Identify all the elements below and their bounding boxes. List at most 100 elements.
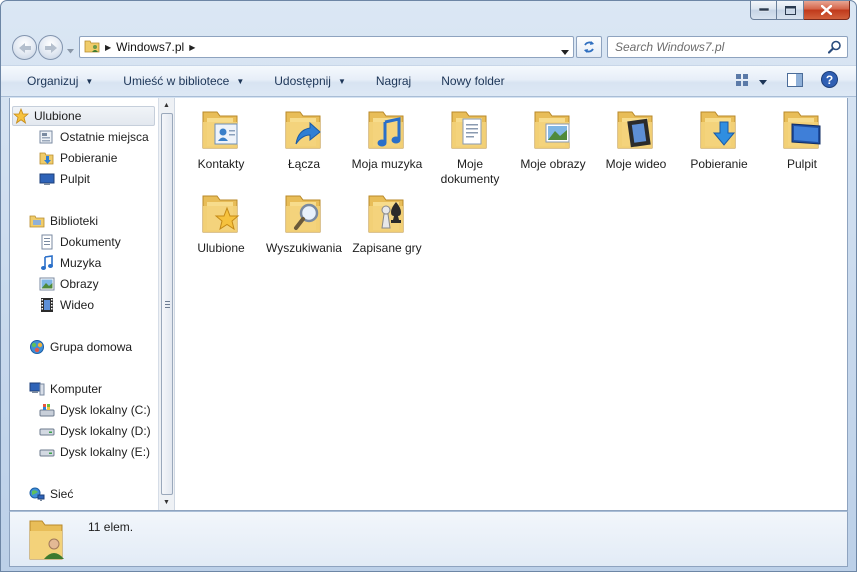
organize-label: Organizuj bbox=[27, 74, 79, 88]
chevron-down-icon bbox=[561, 50, 569, 55]
folder-item-my-music[interactable]: Moja muzyka bbox=[346, 106, 428, 172]
scroll-up-arrow-icon[interactable]: ▲ bbox=[163, 102, 170, 109]
scrollbar-thumb[interactable] bbox=[161, 113, 173, 495]
details-pane: 11 elem. bbox=[9, 511, 848, 567]
address-row: ▶ Windows7.pl ▶ bbox=[1, 31, 856, 63]
sidebar-item-favorites[interactable]: Ulubione bbox=[12, 106, 155, 126]
sidebar-item-drive-d[interactable]: Dysk lokalny (D:) bbox=[39, 421, 151, 441]
maximize-icon bbox=[784, 5, 796, 15]
sidebar-item-label: Komputer bbox=[50, 382, 103, 396]
sidebar-item-label: Dysk lokalny (D:) bbox=[60, 424, 151, 438]
refresh-button[interactable] bbox=[576, 36, 602, 58]
folder-label: Moja muzyka bbox=[351, 157, 423, 171]
scroll-down-arrow-icon[interactable]: ▼ bbox=[163, 499, 170, 506]
hard-drive-icon bbox=[39, 423, 55, 439]
download-arrow-icon bbox=[712, 121, 736, 146]
burn-button[interactable]: Nagraj bbox=[367, 68, 420, 94]
folder-icon bbox=[363, 106, 411, 154]
star-icon bbox=[214, 206, 240, 231]
address-history-dropdown[interactable] bbox=[561, 44, 569, 58]
contacts-icon bbox=[214, 123, 238, 145]
sidebar-item-label: Pulpit bbox=[60, 172, 91, 186]
folder-item-my-documents[interactable]: Moje dokumenty bbox=[429, 106, 511, 187]
folder-icon bbox=[363, 190, 411, 238]
folder-label: Zapisane gry bbox=[352, 241, 422, 255]
sidebar-item-drive-c[interactable]: Dysk lokalny (C:) bbox=[39, 400, 151, 420]
sidebar-item-homegroup[interactable]: Grupa domowa bbox=[29, 337, 132, 357]
folder-label: Moje wideo bbox=[605, 157, 667, 171]
folder-label: Kontakty bbox=[197, 157, 245, 171]
folder-icon bbox=[612, 106, 660, 154]
sidebar-item-label: Pobieranie bbox=[60, 151, 118, 165]
address-bar[interactable]: ▶ Windows7.pl ▶ bbox=[79, 36, 574, 58]
sidebar-item-pictures[interactable]: Obrazy bbox=[39, 274, 99, 294]
folder-item-my-pictures[interactable]: Moje obrazy bbox=[512, 106, 594, 172]
folder-icon bbox=[529, 106, 577, 154]
sidebar-item-label: Biblioteki bbox=[50, 214, 99, 228]
sidebar-item-documents[interactable]: Dokumenty bbox=[39, 232, 121, 252]
recent-pages-dropdown[interactable] bbox=[67, 43, 74, 57]
sidebar-item-desktop[interactable]: Pulpit bbox=[39, 169, 90, 189]
sidebar-item-drive-e[interactable]: Dysk lokalny (E:) bbox=[39, 442, 150, 462]
music-note-icon bbox=[377, 117, 401, 147]
folder-item-favorites[interactable]: Ulubione bbox=[180, 190, 262, 256]
sidebar-item-videos[interactable]: Wideo bbox=[39, 295, 94, 315]
forward-button[interactable] bbox=[38, 35, 63, 60]
folder-label: Ulubione bbox=[197, 241, 245, 255]
breadcrumb-separator-icon[interactable]: ▶ bbox=[189, 43, 195, 52]
folder-item-links[interactable]: Łącza bbox=[263, 106, 345, 172]
change-view-button[interactable] bbox=[735, 73, 749, 90]
preview-pane-button[interactable] bbox=[787, 72, 803, 90]
sidebar-item-recent-places[interactable]: Ostatnie miejsca bbox=[39, 127, 149, 147]
sidebar-item-computer[interactable]: Komputer bbox=[29, 379, 102, 399]
close-button[interactable] bbox=[804, 1, 850, 20]
folder-item-desktop[interactable]: Pulpit bbox=[761, 106, 843, 172]
explorer-window: ▶ Windows7.pl ▶ Organizuj ▼ bbox=[0, 0, 857, 572]
minimize-icon bbox=[758, 8, 769, 12]
maximize-button[interactable] bbox=[777, 1, 804, 20]
help-button[interactable]: ? bbox=[821, 71, 838, 91]
sidebar-item-label: Sieć bbox=[50, 487, 74, 501]
sidebar-item-label: Ostatnie miejsca bbox=[60, 130, 149, 144]
svg-text:?: ? bbox=[826, 73, 833, 87]
folder-icon bbox=[197, 106, 245, 154]
folder-item-searches[interactable]: Wyszukiwania bbox=[263, 190, 345, 256]
folder-label: Moje obrazy bbox=[520, 157, 586, 171]
toolbar-right: ? bbox=[725, 71, 838, 91]
folder-item-downloads[interactable]: Pobieranie bbox=[678, 106, 760, 172]
breadcrumb-separator-icon[interactable]: ▶ bbox=[105, 43, 111, 52]
caption-buttons bbox=[750, 1, 850, 21]
minimize-button[interactable] bbox=[750, 1, 777, 20]
search-box bbox=[607, 36, 848, 58]
desktop-icon bbox=[39, 171, 55, 187]
documents-icon bbox=[39, 234, 55, 250]
document-icon bbox=[462, 118, 482, 145]
back-arrow-icon bbox=[18, 42, 31, 53]
sidebar-item-downloads[interactable]: Pobieranie bbox=[39, 148, 117, 168]
breadcrumb-current[interactable]: Windows7.pl bbox=[116, 40, 184, 54]
view-options-dropdown[interactable] bbox=[759, 74, 767, 88]
folder-item-my-videos[interactable]: Moje wideo bbox=[595, 106, 677, 172]
sidebar-item-music[interactable]: Muzyka bbox=[39, 253, 101, 273]
hard-drive-icon bbox=[39, 444, 55, 460]
new-folder-button[interactable]: Nowy folder bbox=[432, 68, 513, 94]
folder-label: Pulpit bbox=[786, 157, 818, 171]
share-with-button[interactable]: Udostępnij ▼ bbox=[265, 68, 355, 94]
chevron-down-icon bbox=[759, 80, 767, 85]
search-icon[interactable] bbox=[827, 40, 842, 57]
organize-button[interactable]: Organizuj ▼ bbox=[18, 68, 102, 94]
chevron-down-icon: ▼ bbox=[337, 76, 346, 86]
desktop-icon bbox=[791, 123, 821, 145]
search-input[interactable] bbox=[608, 37, 822, 57]
folder-label: Moje dokumenty bbox=[440, 157, 500, 186]
folder-item-contacts[interactable]: Kontakty bbox=[180, 106, 262, 172]
include-in-library-button[interactable]: Umieść w bibliotece ▼ bbox=[114, 68, 253, 94]
sidebar-item-libraries[interactable]: Biblioteki bbox=[29, 211, 98, 231]
navigation-pane-scrollbar[interactable]: ▲ ▼ bbox=[158, 98, 175, 510]
folder-icon bbox=[695, 106, 743, 154]
sidebar-item-network[interactable]: Sieć bbox=[29, 484, 73, 504]
chess-piece-icon bbox=[381, 202, 401, 229]
folder-item-saved-games[interactable]: Zapisane gry bbox=[346, 190, 428, 256]
back-button[interactable] bbox=[12, 35, 37, 60]
user-folder-icon bbox=[28, 517, 68, 564]
